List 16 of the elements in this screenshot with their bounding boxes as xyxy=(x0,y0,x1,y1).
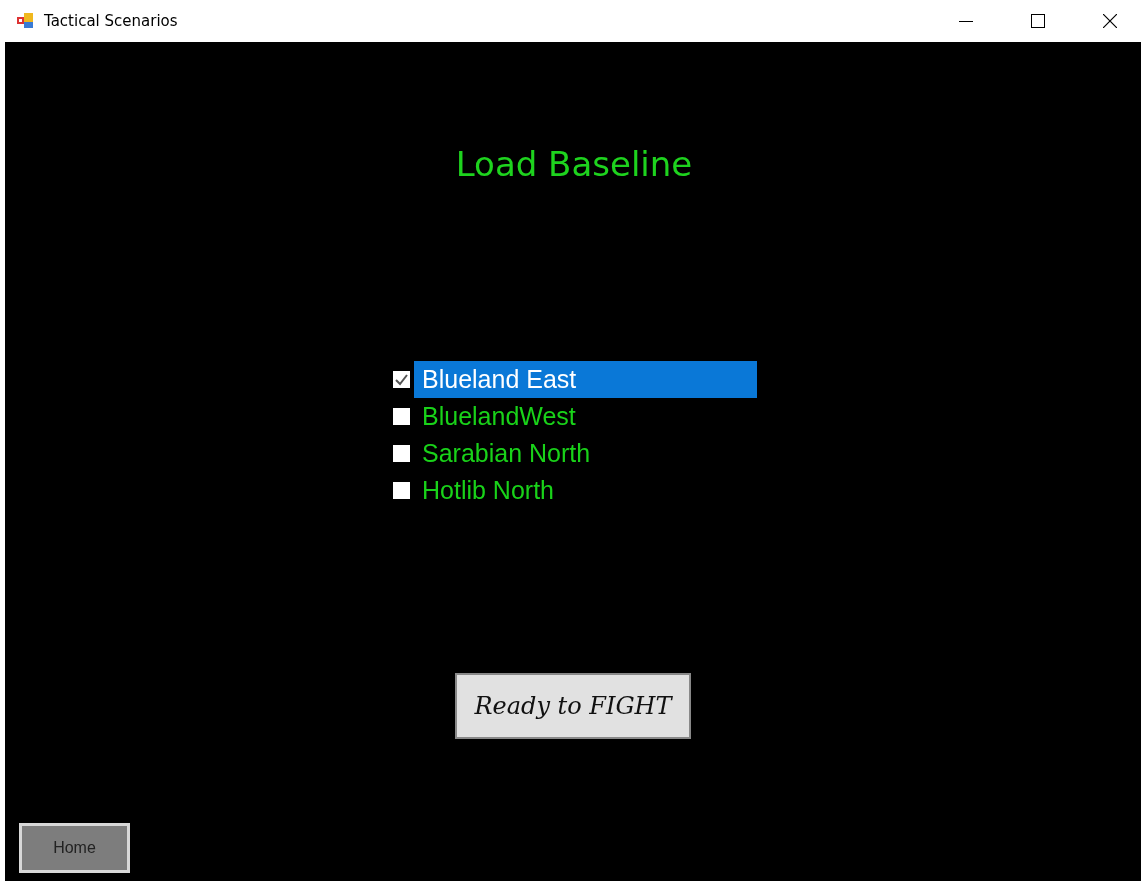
minimize-icon[interactable] xyxy=(959,20,973,22)
maximize-icon[interactable] xyxy=(1031,14,1045,28)
app-icon xyxy=(17,13,34,29)
list-item[interactable]: BluelandWest xyxy=(414,398,757,435)
list-item[interactable]: Hotlib North xyxy=(414,472,757,509)
checkbox[interactable] xyxy=(393,445,410,462)
checkbox[interactable] xyxy=(393,408,410,425)
page-heading: Load Baseline xyxy=(455,143,693,186)
close-icon[interactable] xyxy=(1103,14,1117,28)
list-item[interactable]: Sarabian North xyxy=(414,435,757,472)
checkbox[interactable] xyxy=(393,482,410,499)
window-title: Tactical Scenarios xyxy=(44,12,178,30)
checkbox[interactable] xyxy=(393,371,410,388)
list-item[interactable]: Blueland East xyxy=(414,361,757,398)
fight-button[interactable]: Ready to FIGHT xyxy=(455,673,691,739)
home-button[interactable]: Home xyxy=(19,823,130,873)
